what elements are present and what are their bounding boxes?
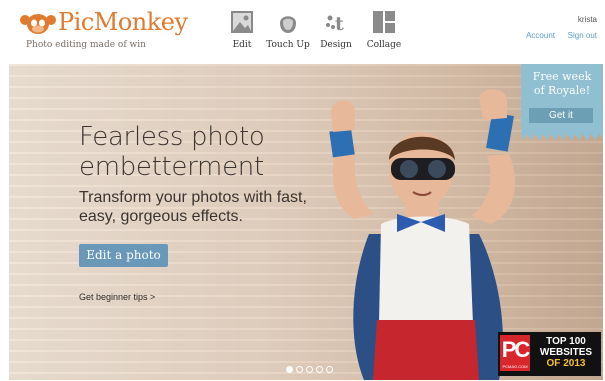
hero-title-line-2: embetterment <box>79 152 264 182</box>
image-icon <box>231 11 253 33</box>
user-name: krista <box>577 15 597 24</box>
hero-banner: Fearless photo embetterment Transform yo… <box>9 64 603 380</box>
monkey-logo-icon <box>20 14 56 34</box>
brand-logo[interactable]: PicMonkey Photo editing made of win <box>20 8 188 52</box>
award-line-2: WEBSITES <box>539 347 593 358</box>
brand-name: PicMonkey <box>58 8 188 36</box>
beginner-tips-link[interactable]: Get beginner tips > <box>79 292 155 302</box>
pcmag-logo-sub: PCMAG.COM <box>502 364 528 369</box>
ribbon-zigzag-edge <box>521 134 603 140</box>
carousel-dot-1[interactable] <box>286 366 293 373</box>
nav-touch-up-label: Touch Up <box>266 40 310 50</box>
promo-line-1: Free week <box>532 70 592 83</box>
nav-design-label: Design <box>320 40 352 50</box>
nav-collage-label: Collage <box>366 40 402 50</box>
hero-title: Fearless photo embetterment <box>79 122 339 182</box>
carousel-dot-5[interactable] <box>326 366 333 373</box>
hero-title-line-1: Fearless photo <box>79 122 265 152</box>
nav-edit[interactable]: Edit <box>224 8 260 54</box>
edit-photo-button[interactable]: Edit a photo <box>79 244 168 267</box>
svg-text:t: t <box>335 13 344 34</box>
carousel-dot-3[interactable] <box>306 366 313 373</box>
promo-line-2: of Royale! <box>533 84 591 97</box>
nav-edit-label: Edit <box>232 40 252 50</box>
pcmag-award-badge: PC PCMAG.COM TOP 100 WEBSITES OF 2013 <box>498 332 601 376</box>
site-header: PicMonkey Photo editing made of win Edit… <box>0 0 605 62</box>
carousel-dot-4[interactable] <box>316 366 323 373</box>
get-it-button[interactable]: Get it <box>529 108 593 123</box>
award-line-3: OF 2013 <box>546 358 586 369</box>
nav-touch-up[interactable]: Touch Up <box>266 8 310 54</box>
design-icon: t <box>326 13 344 34</box>
account-link[interactable]: Account <box>526 31 555 40</box>
brand-tagline: Photo editing made of win <box>26 40 146 50</box>
royale-promo-ribbon[interactable]: Free week of Royale! Get it <box>521 64 603 134</box>
sign-out-link[interactable]: Sign out <box>568 31 597 40</box>
hero-subtitle: Transform your photos with fast, easy, g… <box>79 189 307 225</box>
collage-icon <box>373 11 395 33</box>
nav-collage[interactable]: Collage <box>364 8 404 54</box>
promo-text: Free week of Royale! <box>521 70 603 98</box>
award-line-1: TOP 100 <box>546 336 586 347</box>
face-icon <box>280 16 296 33</box>
carousel-dot-2[interactable] <box>296 366 303 373</box>
nav-design[interactable]: t Design <box>318 8 354 54</box>
award-text: TOP 100 WEBSITES OF 2013 <box>534 336 598 369</box>
